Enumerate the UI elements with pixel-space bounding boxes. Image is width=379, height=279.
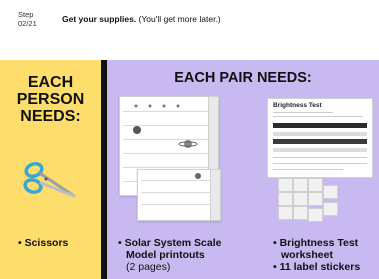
worksheet-row [273,148,367,152]
scissors-item: • Scissors [18,237,69,249]
label-sticker [308,192,323,206]
worksheet-row [273,132,367,136]
step-instruction: Get your supplies. (You'll get more late… [62,14,221,24]
step-label: Step [18,10,34,19]
person-needs-title: EACH PERSON NEEDS: [0,74,101,125]
label-sticker [308,178,323,192]
solar-system-printouts-item: • Solar System Scale Model printouts (2 … [118,237,221,273]
planet-icons-row [134,104,180,108]
brightness-test-item: • Brightness Test worksheet • 11 label s… [273,237,360,273]
printout-side-strip [210,170,220,220]
title-line: PERSON [16,91,85,108]
label-sticker [293,192,308,206]
item-line: • Solar System Scale [118,237,222,249]
brightness-test-worksheet: Brightness Test [267,98,373,178]
instruction-text: Get your supplies. [62,14,137,24]
label-sticker [278,178,293,192]
label-stickers [278,178,348,230]
jupiter-icon [133,126,141,134]
printout-row-line [141,192,210,193]
step-header: Step 02/21 Get your supplies. (You'll ge… [0,0,379,60]
worksheet-row-dark [273,139,367,144]
title-line: NEEDS: [20,108,81,125]
item-sub: (2 pages) [126,261,171,273]
item-line: worksheet [281,249,333,261]
worksheet-line [273,116,363,117]
scissors-icon [23,161,76,198]
printout-row-line [123,153,208,154]
label-sticker [293,178,308,192]
label-sticker [278,192,293,206]
printout-row-line [141,204,210,205]
worksheet-title: Brightness Test [273,102,322,109]
solar-system-printout-page-2 [137,169,221,221]
label-sticker [293,206,308,220]
instruction-note: (You'll get more later.) [138,14,221,24]
planet-icon [195,173,201,179]
label-sticker [323,202,338,216]
label-stickers-item: • 11 label stickers [273,261,361,273]
title-line: EACH [27,74,74,91]
worksheet-line [273,169,343,170]
label-sticker [308,208,323,222]
pair-needs-title: EACH PAIR NEEDS: [174,70,312,86]
label-sticker [323,185,338,199]
step-number: 02/21 [18,19,37,28]
printout-row-line [123,167,208,168]
printout-row-line [141,180,210,181]
worksheet-header-bar [273,123,367,128]
label-sticker [278,206,293,220]
worksheet-line [273,163,367,164]
worksheet-line [273,157,367,158]
worksheet-line [273,112,333,113]
item-line: Model printouts [126,249,205,261]
item-line: • Brightness Test [273,237,359,249]
saturn-icon [178,140,198,148]
